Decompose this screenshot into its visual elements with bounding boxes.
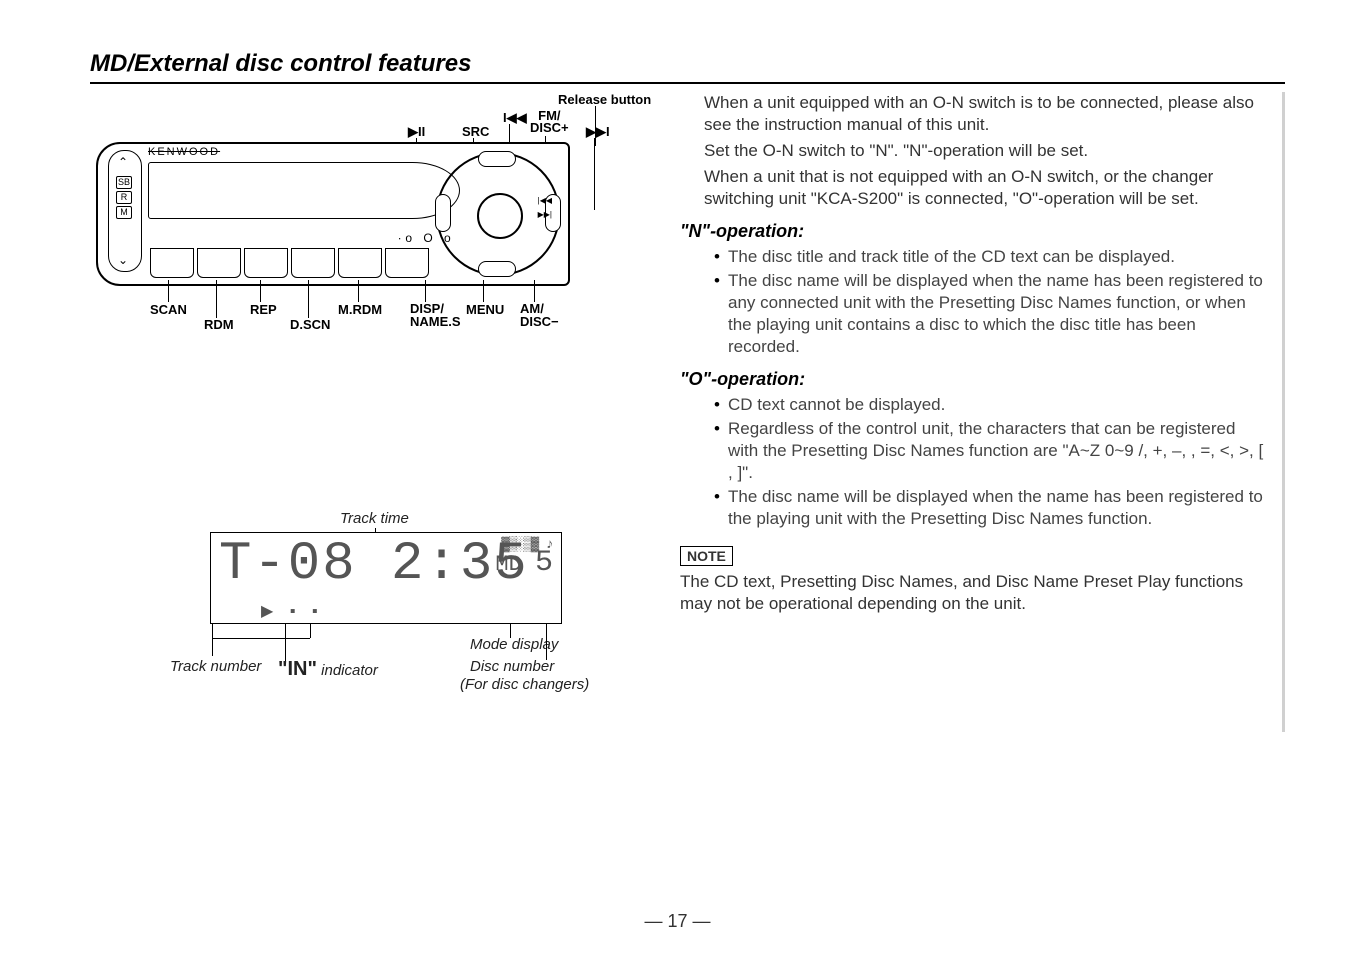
- anno-disc-number: Disc number: [470, 658, 554, 675]
- anno-disc-number-sub: (For disc changers): [460, 676, 589, 693]
- label-src: SRC: [462, 124, 489, 139]
- lead-mrdm: [358, 280, 359, 302]
- lead-fwd: [594, 138, 595, 210]
- anno-track-number: Track number: [170, 658, 261, 675]
- lead-menu: [483, 280, 484, 302]
- label-fwd-icon: ▶▶I: [586, 124, 610, 140]
- left-indicator-icons: SBRM: [116, 174, 132, 221]
- intro-p2: Set the O-N switch to "N". "N"-operation…: [680, 140, 1270, 162]
- label-prev-icon: I◀◀: [503, 110, 527, 126]
- list-item: CD text cannot be displayed.: [728, 394, 1270, 416]
- label-fm-disc-plus: FM/DISC+: [530, 110, 569, 134]
- intro-p3: When a unit that is not equipped with an…: [680, 166, 1270, 210]
- anno-in-indicator: "IN" indicator: [278, 658, 378, 681]
- chevron-up-icon: ⌃: [118, 155, 128, 169]
- label-rep: REP: [250, 302, 277, 317]
- label-scan: SCAN: [150, 302, 187, 317]
- lead-disp: [425, 280, 426, 302]
- list-item: Regardless of the control unit, the char…: [728, 418, 1270, 484]
- note-label: NOTE: [680, 546, 733, 566]
- anno-track-time: Track time: [340, 510, 409, 527]
- list-item: The disc name will be displayed when the…: [728, 270, 1270, 358]
- preset-buttons: [150, 248, 429, 278]
- lead-am: [534, 280, 535, 302]
- left-column: Release button ▶II SRC I◀◀ FM/DISC+ ▶▶I …: [90, 92, 650, 732]
- lead-rep: [260, 280, 261, 302]
- title-rule: [90, 82, 1285, 84]
- brand-text: KENWOOD: [148, 146, 220, 158]
- lcd-diagram: Track time T-08 2:35 ▓▒░▒▓ ♪ MD 5 ▶ ▪ ▪: [210, 532, 630, 732]
- faceplate-diagram: Release button ▶II SRC I◀◀ FM/DISC+ ▶▶I …: [90, 92, 650, 352]
- lead-scan: [168, 280, 169, 302]
- n-operation-head: "N"-operation:: [680, 220, 1270, 243]
- lcd-screen: T-08 2:35 ▓▒░▒▓ ♪ MD 5 ▶ ▪ ▪: [210, 532, 562, 624]
- label-am-disc-minus: AM/DISC−: [520, 302, 559, 328]
- page-number: — 17 —: [0, 911, 1355, 932]
- intro-p1: When a unit equipped with an O-N switch …: [680, 92, 1270, 136]
- note-text: The CD text, Presetting Disc Names, and …: [680, 571, 1270, 615]
- lcd-indicator-dots: ▶ ▪ ▪: [261, 601, 324, 621]
- section-title: MD/External disc control features: [90, 50, 1285, 78]
- label-release: Release button: [558, 92, 651, 107]
- list-item: The disc title and track title of the CD…: [728, 246, 1270, 268]
- list-item: The disc name will be displayed when the…: [728, 486, 1270, 530]
- label-disp-names: DISP/NAME.S: [410, 302, 461, 328]
- n-operation-list: The disc title and track title of the CD…: [680, 246, 1270, 358]
- label-rdm: RDM: [204, 317, 234, 332]
- faceplate-body: KENWOOD ⌃ ⌄ SBRM ∙o O o: [96, 142, 570, 286]
- lcd-main-text: T-08 2:35: [219, 538, 529, 592]
- lcd-right-block: ▓▒░▒▓ ♪ MD 5: [495, 537, 553, 575]
- o-operation-head: "O"-operation:: [680, 368, 1270, 391]
- dial-control: |◀◀ ▶▶|: [436, 152, 560, 276]
- label-menu: MENU: [466, 302, 504, 317]
- label-mrdm: M.RDM: [338, 302, 382, 317]
- lead-dscn: [308, 280, 309, 318]
- o-operation-list: CD text cannot be displayed. Regardless …: [680, 394, 1270, 531]
- right-column: When a unit equipped with an O-N switch …: [680, 92, 1285, 732]
- faceplate-screen: [148, 162, 460, 219]
- chevron-down-icon: ⌄: [118, 253, 128, 267]
- lead-rdm: [216, 280, 217, 318]
- label-dscn: D.SCN: [290, 317, 330, 332]
